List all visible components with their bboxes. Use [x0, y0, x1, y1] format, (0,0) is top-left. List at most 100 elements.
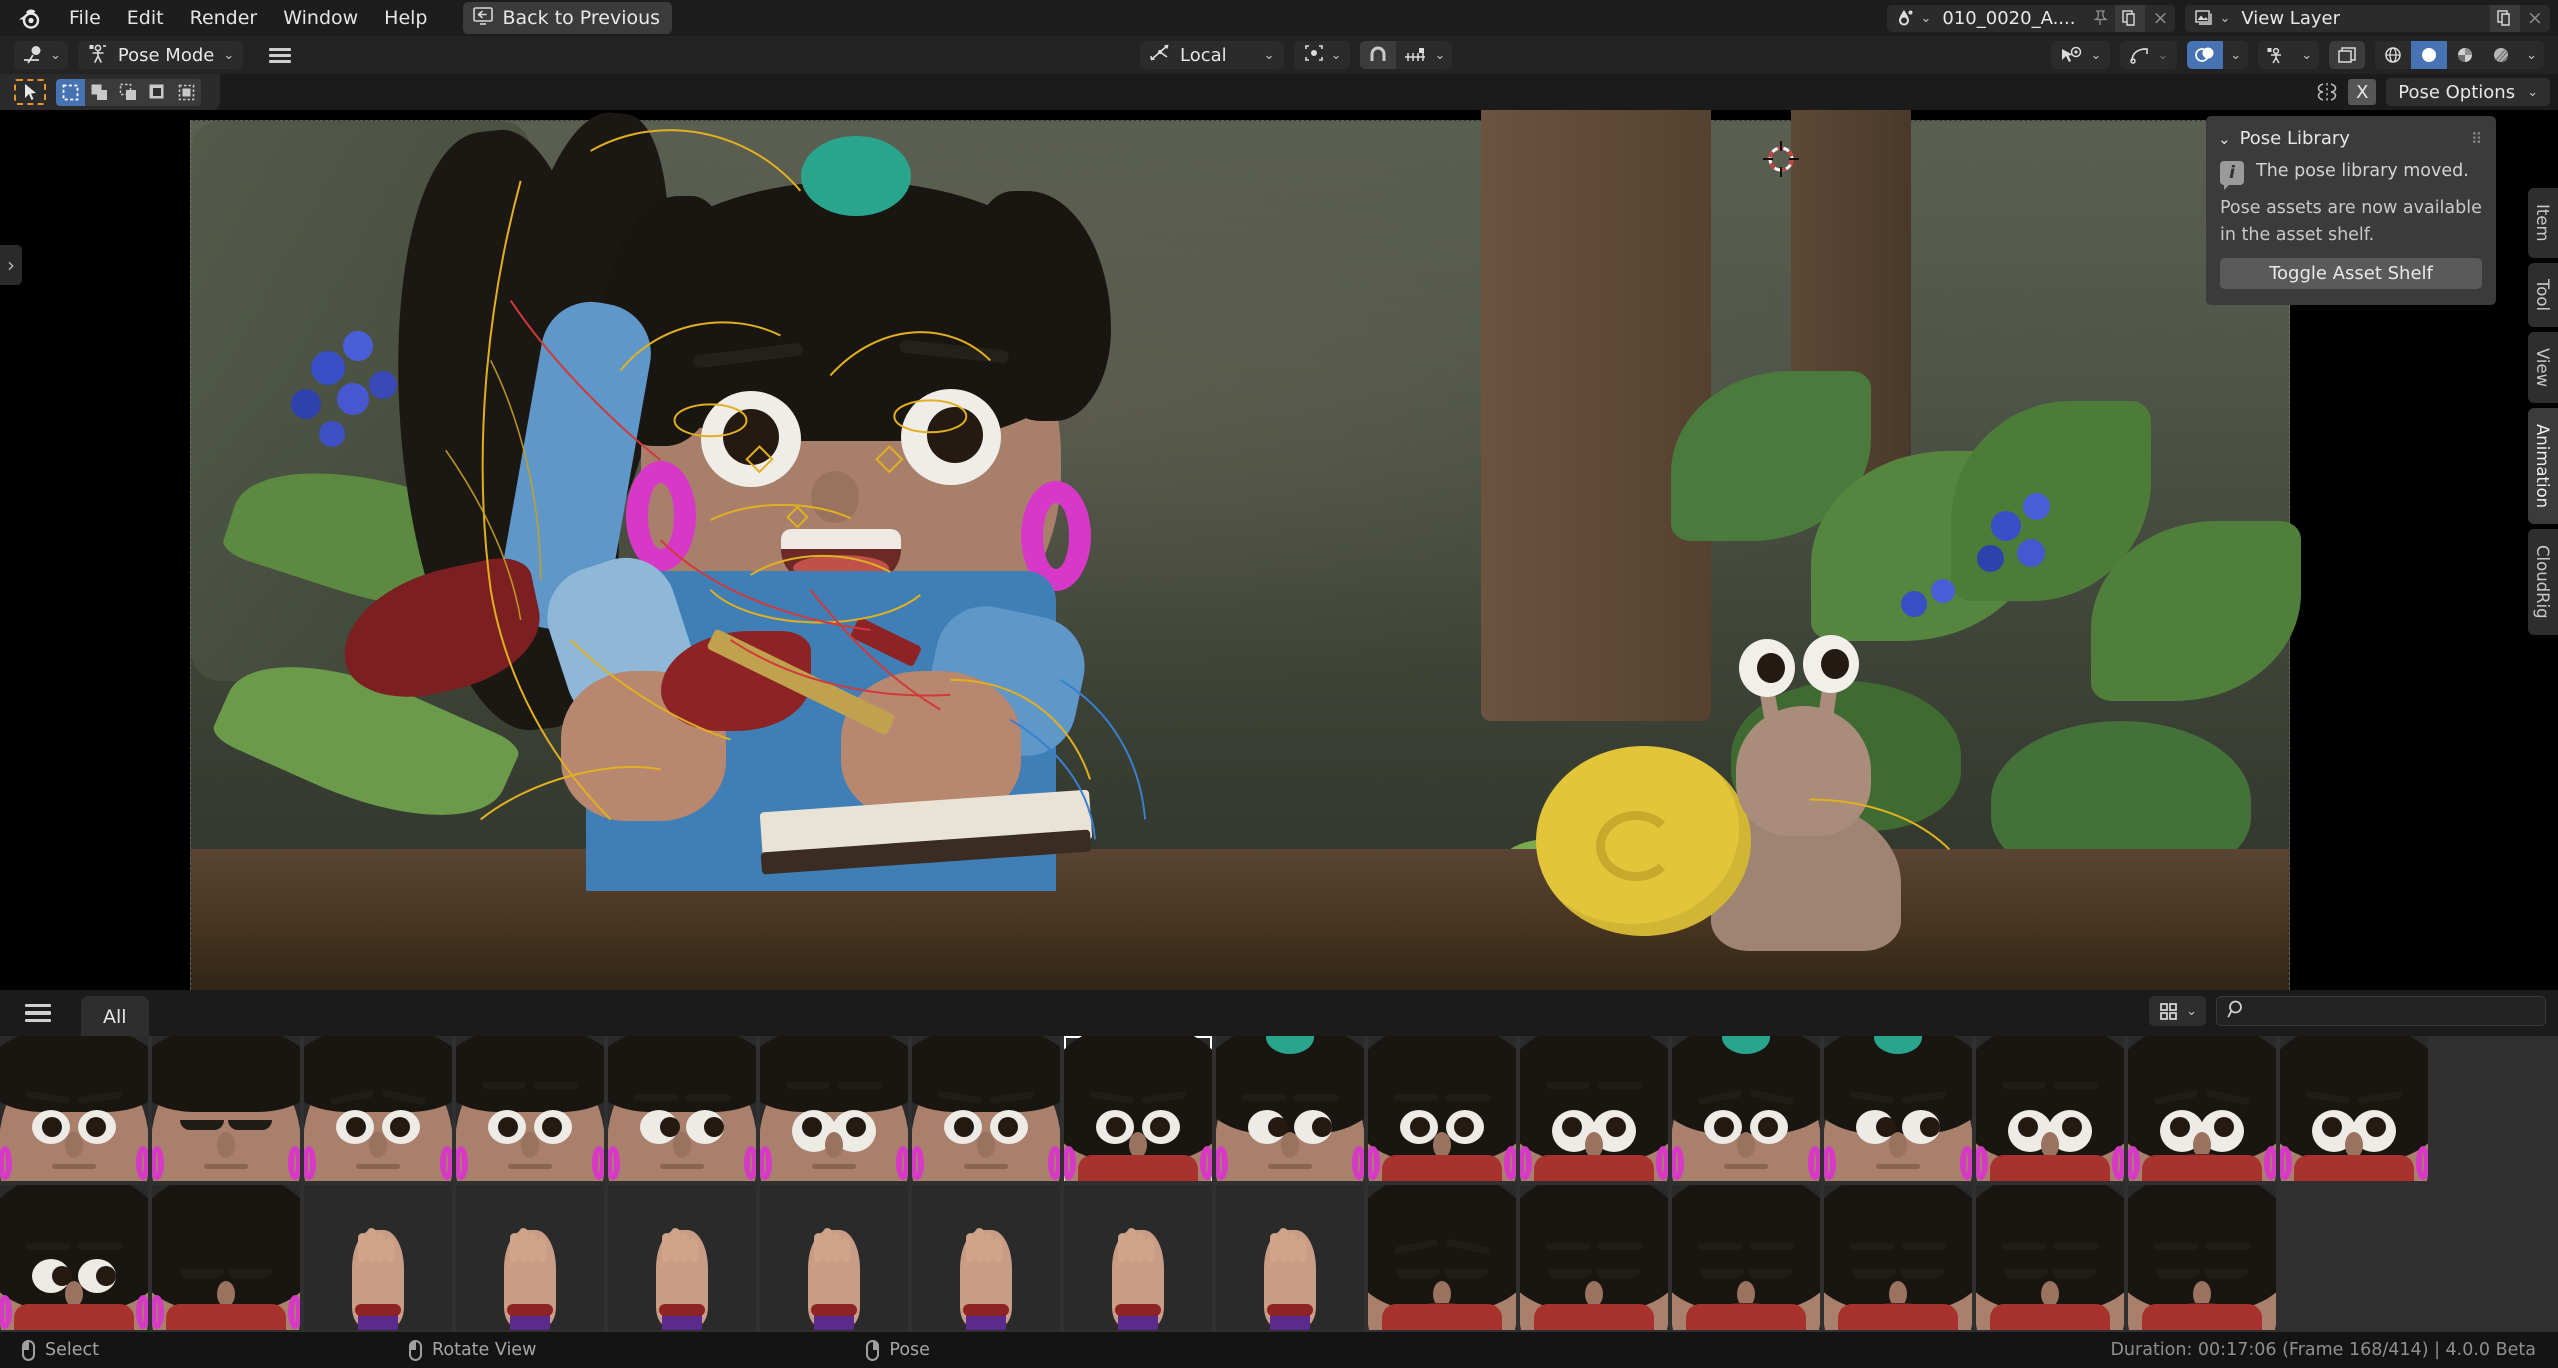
pin-icon[interactable]: [2085, 5, 2115, 32]
overlays-icon[interactable]: [2187, 41, 2223, 69]
snap-group[interactable]: ⌄: [1360, 41, 1452, 69]
asset-thumbnail-frown-deep[interactable]: [912, 1036, 1060, 1181]
asset-thumbnail-hand-spread[interactable]: [912, 1185, 1060, 1330]
asset-thumbnail-glare[interactable]: [1824, 1036, 1972, 1181]
asset-thumbnail-side-glance[interactable]: [1216, 1036, 1364, 1181]
shading-modes-group[interactable]: ⌄: [2375, 41, 2544, 69]
gizmo-toggle[interactable]: ⌄: [2120, 41, 2177, 69]
asset-thumbnail-hand-curled[interactable]: [456, 1185, 604, 1330]
new-copy-icon[interactable]: [2115, 5, 2145, 32]
rendered-shading-icon[interactable]: [2483, 41, 2519, 69]
scene-name[interactable]: 010_0020_A....: [1938, 5, 2085, 32]
display-grid-icon[interactable]: ⌄: [2149, 996, 2206, 1026]
viewlayer-close-button[interactable]: ×: [2520, 5, 2550, 32]
scene-close-button[interactable]: ×: [2145, 5, 2175, 32]
viewport-render-region[interactable]: [190, 120, 2290, 990]
asset-thumbnail-look-up-left[interactable]: [0, 1185, 148, 1330]
asset-thumbnail-wide-eyes[interactable]: [760, 1036, 908, 1181]
overlays-chevron[interactable]: ⌄: [2223, 41, 2248, 69]
asset-thumbnail-concerned[interactable]: [1672, 1036, 1820, 1181]
viewlayer-datablock[interactable]: ⌄ View Layer ×: [2185, 5, 2550, 32]
tab-animation[interactable]: Animation: [2528, 408, 2558, 524]
tab-item[interactable]: Item: [2528, 188, 2558, 258]
catalog-tab-all[interactable]: All: [81, 996, 149, 1038]
tab-view[interactable]: View: [2528, 332, 2558, 403]
material-preview-icon[interactable]: [2447, 41, 2483, 69]
new-copy-icon[interactable]: [2490, 5, 2520, 32]
tab-tool[interactable]: Tool: [2528, 263, 2558, 327]
asset-thumbnail-angry-brows[interactable]: [0, 1036, 148, 1181]
asset-thumbnail-mouth-open-o[interactable]: [1672, 1185, 1820, 1330]
asset-thumbnail-angry-teeth[interactable]: [1064, 1036, 1212, 1181]
tab-cloudrig[interactable]: CloudRig: [2528, 529, 2558, 635]
pose-xray-icon[interactable]: [2258, 41, 2294, 69]
magnet-icon[interactable]: [1360, 41, 1396, 69]
asset-thumbnail-hand-fist-loose[interactable]: [304, 1185, 452, 1330]
asset-thumbnail-look-side[interactable]: [608, 1036, 756, 1181]
intersect-select-icon[interactable]: [172, 79, 201, 106]
wireframe-shading-icon[interactable]: [2375, 41, 2411, 69]
xray-chevron[interactable]: ⌄: [2294, 41, 2319, 69]
asset-thumbnail-mouth-wide-aa[interactable]: [2128, 1185, 2276, 1330]
asset-thumbnail-worried[interactable]: [304, 1036, 452, 1181]
scene-datablock[interactable]: ⌄ 010_0020_A.... ×: [1887, 5, 2176, 32]
asset-thumbnail-raised-brows[interactable]: [456, 1036, 604, 1181]
editor-type-3dviewport-icon[interactable]: ⌄: [14, 41, 68, 69]
asset-thumbnail-surprised-look[interactable]: [1520, 1036, 1668, 1181]
hamburger-menu-icon[interactable]: [25, 1004, 51, 1023]
3d-viewport[interactable]: › ⌄ Pose Library ⠿ i The pose library mo…: [0, 110, 2558, 990]
asset-shelf[interactable]: [0, 1036, 2558, 1332]
asset-thumbnail-eyes-closed[interactable]: [152, 1036, 300, 1181]
pose-xray-group[interactable]: ⌄: [2258, 41, 2319, 69]
menu-help[interactable]: Help: [371, 3, 440, 33]
transform-orientation-selector[interactable]: Local ⌄: [1140, 41, 1284, 69]
chevron-down-icon[interactable]: ⌄: [2218, 130, 2231, 148]
menu-render[interactable]: Render: [177, 3, 271, 33]
asset-thumbnail-hand-flat-palm[interactable]: [608, 1185, 756, 1330]
collapsed-menu-icon[interactable]: [269, 48, 291, 63]
view-layer-icon[interactable]: ⌄: [2185, 5, 2237, 32]
asset-thumbnail-mouth-closed-m[interactable]: [1520, 1185, 1668, 1330]
toggle-asset-shelf-button[interactable]: Toggle Asset Shelf: [2220, 258, 2482, 289]
back-to-previous-button[interactable]: Back to Previous: [463, 2, 673, 34]
toolbar-expand-arrow[interactable]: ›: [0, 245, 22, 285]
asset-thumbnail-shock-wide[interactable]: [1976, 1036, 2124, 1181]
menu-file[interactable]: File: [56, 3, 114, 33]
asset-thumbnail-neutral-front[interactable]: [1368, 1036, 1516, 1181]
overlays-group[interactable]: ⌄: [2187, 41, 2248, 69]
asset-thumbnail-mouth-open-e[interactable]: [1824, 1185, 1972, 1330]
asset-thumbnail-hand-pinch[interactable]: [1064, 1185, 1212, 1330]
mode-selector[interactable]: Pose Mode ⌄: [78, 41, 243, 69]
asset-thumbnail-mouth-teeth-ee[interactable]: [1976, 1185, 2124, 1330]
shading-chevron[interactable]: ⌄: [2519, 41, 2544, 69]
asset-thumbnail-scream-open[interactable]: [2128, 1036, 2276, 1181]
snap-increment-icon[interactable]: ⌄: [1396, 41, 1452, 69]
tweak-cursor-tool-icon[interactable]: [14, 79, 46, 105]
blender-logo-icon[interactable]: [14, 3, 44, 33]
scene-data-icon[interactable]: ⌄: [1887, 5, 1939, 32]
viewport-shading-toggle[interactable]: [2329, 41, 2365, 69]
asset-thumbnail-hand-relaxed[interactable]: [760, 1185, 908, 1330]
asset-thumbnail-hand-ok[interactable]: [1216, 1185, 1364, 1330]
difference-select-icon[interactable]: [143, 79, 172, 106]
pose-options-dropdown[interactable]: Pose Options ⌄: [2386, 78, 2550, 106]
drag-grip-icon[interactable]: ⠿: [2471, 136, 2484, 142]
select-mode-group[interactable]: [56, 79, 201, 106]
subtract-select-icon[interactable]: [114, 79, 143, 106]
show-overlays-icon[interactable]: [2329, 41, 2365, 69]
x-mirror-icon[interactable]: [2306, 81, 2348, 103]
asset-thumbnail-eyes-closed-calm[interactable]: [152, 1185, 300, 1330]
extend-select-icon[interactable]: [85, 79, 114, 106]
asset-thumbnail-mouth-open-a[interactable]: [1368, 1185, 1516, 1330]
mirror-x-toggle[interactable]: X: [2348, 79, 2376, 105]
solid-shading-icon[interactable]: [2411, 41, 2447, 69]
viewlayer-name[interactable]: View Layer: [2237, 5, 2490, 32]
asset-search-input[interactable]: [2216, 996, 2546, 1026]
pivot-point-selector[interactable]: ⌄: [1294, 41, 1351, 69]
menu-edit[interactable]: Edit: [114, 3, 177, 33]
editor-type-selector[interactable]: ⌄: [14, 41, 68, 69]
selectability-visibility-icon[interactable]: ⌄: [2051, 41, 2110, 69]
menu-window[interactable]: Window: [270, 3, 371, 33]
set-select-icon[interactable]: [56, 79, 85, 106]
pose-library-header[interactable]: ⌄ Pose Library ⠿: [2206, 126, 2496, 157]
